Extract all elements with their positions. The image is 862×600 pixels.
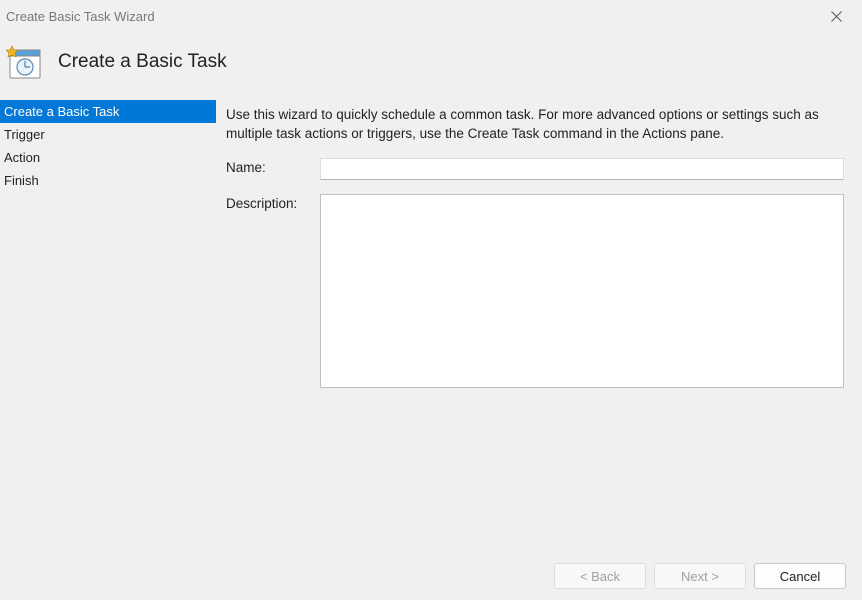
wizard-sidebar: Create a Basic Task Trigger Action Finis… xyxy=(0,100,216,538)
sidebar-item-create-basic-task[interactable]: Create a Basic Task xyxy=(0,100,216,123)
sidebar-item-label: Create a Basic Task xyxy=(4,104,119,119)
wizard-footer: < Back Next > Cancel xyxy=(0,552,862,600)
sidebar-item-label: Trigger xyxy=(4,127,45,142)
cancel-button[interactable]: Cancel xyxy=(754,563,846,589)
wizard-icon xyxy=(6,44,42,80)
description-textarea[interactable] xyxy=(320,194,844,388)
intro-text: Use this wizard to quickly schedule a co… xyxy=(226,106,844,144)
wizard-body: Create a Basic Task Trigger Action Finis… xyxy=(0,100,862,538)
description-row: Description: xyxy=(226,194,844,388)
close-icon xyxy=(831,11,842,22)
titlebar: Create Basic Task Wizard xyxy=(0,0,862,32)
window-title: Create Basic Task Wizard xyxy=(6,9,155,24)
sidebar-item-finish[interactable]: Finish xyxy=(0,169,216,192)
sidebar-item-label: Action xyxy=(4,150,40,165)
back-button: < Back xyxy=(554,563,646,589)
description-label: Description: xyxy=(226,194,320,211)
name-input[interactable] xyxy=(320,158,844,180)
name-row: Name: xyxy=(226,158,844,180)
sidebar-item-label: Finish xyxy=(4,173,39,188)
wizard-title: Create a Basic Task xyxy=(58,51,227,73)
wizard-content: Use this wizard to quickly schedule a co… xyxy=(216,100,862,538)
name-label: Name: xyxy=(226,158,320,175)
next-button: Next > xyxy=(654,563,746,589)
sidebar-item-trigger[interactable]: Trigger xyxy=(0,123,216,146)
wizard-header: Create a Basic Task xyxy=(0,32,862,100)
sidebar-item-action[interactable]: Action xyxy=(0,146,216,169)
close-button[interactable] xyxy=(820,0,852,32)
